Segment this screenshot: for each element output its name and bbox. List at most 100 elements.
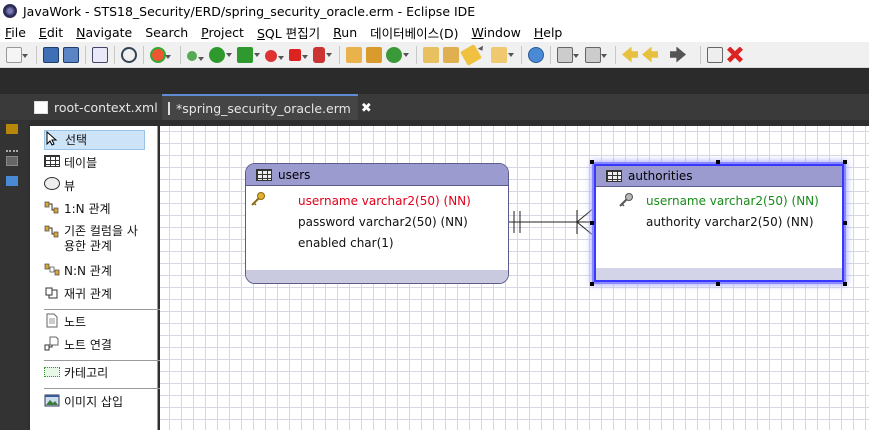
table-header: authorities (596, 166, 842, 187)
open-perspective-icon[interactable] (707, 46, 723, 63)
palette-label: 노트 (64, 315, 87, 329)
table-name: authorities (628, 169, 693, 183)
column-row[interactable]: username varchar2(50) (NN) (646, 194, 819, 208)
new-class-icon[interactable] (386, 46, 409, 63)
restore-icon[interactable] (6, 150, 18, 152)
erd-table-authorities[interactable]: authorities username varchar2(50) (NN) a… (594, 164, 844, 282)
hierarchy-icon[interactable] (6, 124, 18, 134)
palette-item-note[interactable]: 노트 (44, 313, 86, 333)
menu-navigate[interactable]: Navigate (76, 25, 132, 40)
save-all-icon[interactable] (63, 46, 79, 63)
menu-help[interactable]: Help (534, 25, 563, 40)
last-edit-location-icon[interactable] (622, 46, 638, 63)
stop-icon[interactable] (289, 48, 308, 61)
palette-item-view[interactable]: 뷰 (44, 177, 75, 197)
palette-item-table[interactable]: 테이블 (44, 154, 97, 174)
toolbar-separator (85, 45, 86, 64)
column-row[interactable]: username varchar2(50) (NN) (298, 194, 471, 208)
toolbar-separator (615, 45, 616, 64)
palette-item-note-connection[interactable]: 노트 연결 (44, 336, 112, 356)
spring-boot-icon[interactable] (150, 46, 171, 63)
menu-edit[interactable]: Edit (39, 25, 63, 40)
resize-handle[interactable] (590, 221, 594, 225)
servers-icon[interactable] (6, 176, 18, 186)
menu-search[interactable]: Search (145, 25, 188, 40)
toolbar-separator (700, 45, 701, 64)
console-icon[interactable] (92, 46, 108, 63)
back-icon[interactable] (642, 46, 658, 63)
close-icon[interactable]: ✖ (361, 101, 372, 116)
run-server-icon[interactable] (237, 46, 260, 63)
open-task-icon[interactable] (443, 46, 459, 63)
eclipse-icon (3, 4, 17, 18)
toolbar-separator (114, 45, 115, 64)
toolbar-separator (416, 45, 417, 64)
toolbar-separator (36, 45, 37, 64)
erd-table-users[interactable]: users username varchar2(50) (NN) passwor… (245, 163, 509, 284)
note-icon (44, 313, 60, 328)
skip-breakpoints-icon[interactable] (121, 46, 137, 63)
save-icon[interactable] (43, 46, 59, 63)
new-package-icon[interactable] (366, 46, 382, 63)
run-icon[interactable] (209, 46, 232, 63)
open-folder-icon[interactable] (491, 46, 514, 63)
category-icon (44, 367, 60, 377)
open-type-icon[interactable] (423, 46, 439, 63)
tab-spring-security-oracle-erm[interactable]: *spring_security_oracle.erm ✖ (162, 94, 372, 120)
menu-file[interactable]: File (5, 25, 26, 40)
column-row[interactable]: enabled char(1) (298, 236, 394, 250)
resize-handle[interactable] (590, 282, 594, 286)
previous-annotation-icon[interactable] (585, 46, 607, 63)
menu-sql-editor[interactable]: SQL 편집기 (257, 23, 320, 42)
title-bar: JavaWork - STS18_Security/ERD/spring_sec… (0, 0, 869, 22)
palette-item-many-to-many[interactable]: N:N 관계 (44, 262, 112, 282)
tab-root-context-xml[interactable]: root-context.xml (28, 94, 160, 120)
table-footer (596, 268, 842, 280)
palette-label: 용한 관계 (64, 239, 112, 253)
tab-label: *spring_security_oracle.erm (176, 100, 351, 116)
palette-item-recursive-relation[interactable]: 재귀 관계 (44, 285, 112, 305)
palette-item-existing-column-relation[interactable]: 기존 컬럼을 사 용한 관계 (44, 224, 138, 260)
table-icon (256, 168, 272, 181)
coverage-icon[interactable] (265, 49, 284, 62)
forward-icon[interactable] (670, 46, 686, 63)
one-to-many-icon (44, 200, 60, 215)
external-tools-icon[interactable] (313, 46, 332, 63)
table-icon (44, 155, 60, 167)
palette-label: 뷰 (64, 179, 76, 193)
resize-handle[interactable] (716, 282, 720, 286)
resize-handle[interactable] (716, 160, 720, 164)
palette-item-one-to-many[interactable]: 1:N 관계 (44, 200, 111, 220)
foreign-key-icon (619, 193, 633, 207)
close-perspective-icon[interactable] (727, 46, 743, 63)
palette-label: 이미지 삽입 (64, 395, 124, 409)
search-icon[interactable] (460, 43, 482, 66)
primary-key-icon (251, 192, 265, 206)
outline-icon[interactable] (6, 156, 18, 166)
table-name: users (278, 167, 311, 182)
new-icon[interactable] (6, 46, 28, 63)
next-annotation-icon[interactable] (557, 46, 579, 63)
menu-database[interactable]: 데이터베이스(D) (370, 23, 458, 42)
menu-window[interactable]: Window (472, 25, 521, 40)
menu-run[interactable]: Run (333, 25, 357, 40)
palette-item-insert-image[interactable]: 이미지 삽입 (44, 393, 123, 413)
resize-handle[interactable] (843, 221, 847, 225)
column-row[interactable]: authority varchar2(50) (NN) (646, 215, 814, 229)
menu-bar: File Edit Navigate Search Project SQL 편집… (0, 22, 869, 42)
resize-handle[interactable] (843, 282, 847, 286)
new-java-project-icon[interactable] (346, 46, 362, 63)
palette-label: 노트 연결 (64, 338, 112, 352)
one-to-many-relationship[interactable] (509, 200, 594, 240)
palette-label: N:N 관계 (64, 264, 112, 278)
resize-handle[interactable] (590, 160, 594, 164)
resize-handle[interactable] (843, 160, 847, 164)
palette-item-category[interactable]: 카테고리 (44, 364, 108, 384)
debug-icon[interactable] (187, 51, 204, 61)
toolbar-separator (143, 45, 144, 64)
column-row[interactable]: password varchar2(50) (NN) (298, 215, 468, 229)
insert-image-icon (44, 393, 60, 408)
menu-project[interactable]: Project (201, 25, 244, 40)
globe-icon[interactable] (528, 46, 544, 63)
palette-item-select[interactable]: 선택 (44, 130, 145, 150)
